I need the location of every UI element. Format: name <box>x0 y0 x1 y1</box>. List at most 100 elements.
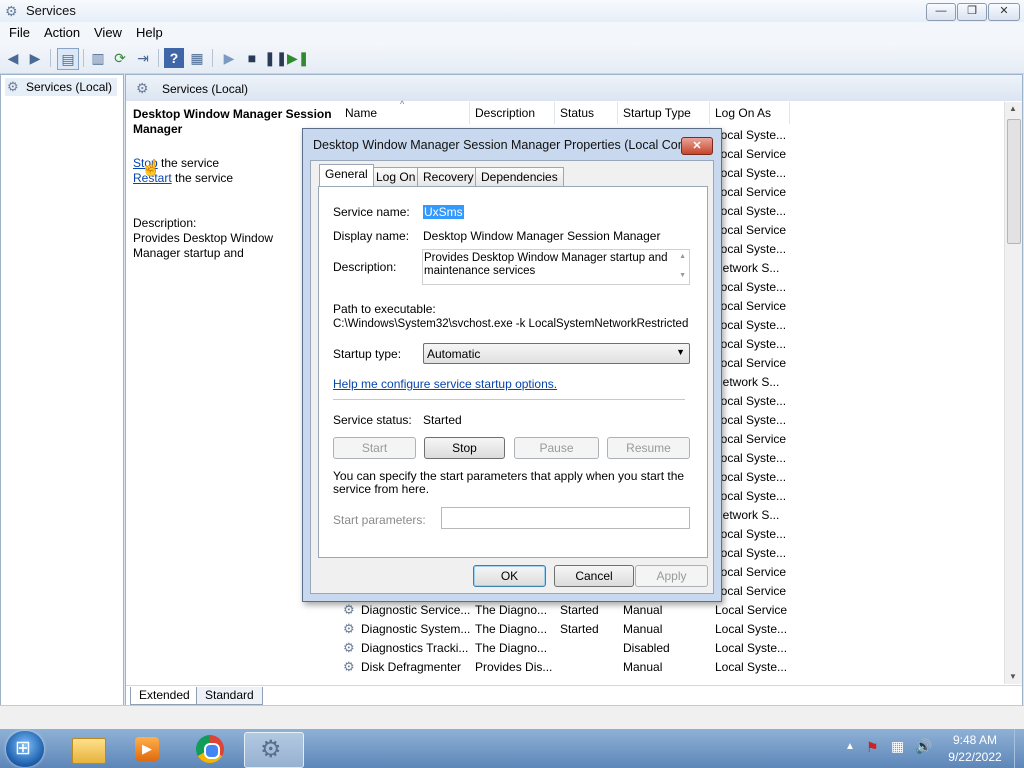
ok-button[interactable]: OK <box>473 565 546 587</box>
logon-cell[interactable]: Local Service <box>714 223 786 237</box>
close-button[interactable]: ✕ <box>988 3 1020 21</box>
logon-cell[interactable]: Local Syste... <box>714 280 786 294</box>
menu-file[interactable]: File <box>9 25 30 40</box>
start-button[interactable]: ⊞ <box>6 731 44 767</box>
display-name-value[interactable]: Desktop Window Manager Session Manager <box>423 229 660 243</box>
menu-view[interactable]: View <box>94 25 122 40</box>
logon-cell[interactable]: Local Service <box>714 147 786 161</box>
cancel-button[interactable]: Cancel <box>554 565 634 587</box>
scroll-up-icon[interactable]: ▲ <box>1009 104 1017 113</box>
stop-button[interactable]: Stop <box>424 437 505 459</box>
logon-cell[interactable]: Local Syste... <box>714 318 786 332</box>
action-pane-icon[interactable]: ▦ <box>187 48 207 68</box>
start-parameters-input[interactable] <box>441 507 690 529</box>
logon-cell[interactable]: Local Syste... <box>714 470 786 484</box>
logon-cell[interactable]: Network S... <box>714 508 779 522</box>
services-taskbar-icon[interactable]: ⚙ <box>244 732 304 768</box>
forward-arrow-icon[interactable]: ▶ <box>25 48 45 68</box>
stop-service-icon[interactable]: ■ <box>242 48 262 68</box>
tree-item-services-local[interactable]: ⚙ Services (Local) <box>5 78 117 96</box>
export-list-icon[interactable]: ⇥ <box>133 48 153 68</box>
clock-date[interactable]: 9/22/2022 <box>940 750 1010 764</box>
scroll-down-icon[interactable]: ▼ <box>1009 672 1017 681</box>
chrome-taskbar-icon[interactable] <box>182 732 238 766</box>
maximize-button[interactable]: ❐ <box>957 3 987 21</box>
pause-button[interactable]: Pause <box>514 437 599 459</box>
logon-cell[interactable]: Local Syste... <box>714 242 786 256</box>
logon-cell[interactable]: Local Syste... <box>714 413 786 427</box>
logon-cell[interactable]: Local Syste... <box>714 527 786 541</box>
tab-log-on[interactable]: Log On <box>370 167 422 186</box>
logon-cell[interactable]: Local Syste... <box>714 394 786 408</box>
service-name-value[interactable]: UxSms <box>423 205 464 219</box>
cell-startup-type: Manual <box>623 660 663 674</box>
column-description[interactable]: Description <box>469 102 555 124</box>
cell-description: The Diagno... <box>475 641 548 655</box>
tab-general[interactable]: General <box>319 164 374 186</box>
logon-cell[interactable]: Local Syste... <box>714 451 786 465</box>
show-hide-console-tree-icon[interactable]: ▤ <box>57 48 79 70</box>
logon-cell[interactable]: Local Service <box>714 185 786 199</box>
column-name[interactable]: Name <box>339 102 470 124</box>
dialog-title: Desktop Window Manager Session Manager P… <box>313 138 699 152</box>
logon-cell[interactable]: Local Service <box>714 356 786 370</box>
dialog-close-button[interactable]: ✕ <box>681 137 713 155</box>
startup-type-value: Automatic <box>427 347 481 361</box>
column-status[interactable]: Status <box>554 102 618 124</box>
table-row[interactable]: ⚙ Diagnostic Service... The Diagno... Start… <box>341 602 801 620</box>
network-icon[interactable]: ▦ <box>891 738 904 755</box>
pause-service-icon[interactable]: ❚❚ <box>264 48 287 68</box>
tab-dependencies[interactable]: Dependencies <box>475 167 564 186</box>
logon-cell[interactable]: Local Syste... <box>714 337 786 351</box>
resume-button[interactable]: Resume <box>607 437 690 459</box>
logon-cell[interactable]: Local Syste... <box>714 489 786 503</box>
logon-cell[interactable]: Local Syste... <box>714 128 786 142</box>
scroll-thumb[interactable] <box>1007 119 1021 244</box>
help-configure-link[interactable]: Help me configure service startup option… <box>333 377 557 391</box>
menu-action[interactable]: Action <box>44 25 80 40</box>
logon-cell[interactable]: Local Service <box>714 565 786 579</box>
vertical-scrollbar[interactable]: ▲ ▼ <box>1004 102 1022 684</box>
properties-sheet-icon[interactable]: ▥ <box>88 48 108 68</box>
path-value[interactable]: C:\Windows\System32\svchost.exe -k Local… <box>333 318 688 330</box>
back-arrow-icon[interactable]: ◀ <box>3 48 23 68</box>
scroll-up-icon[interactable]: ▲ <box>679 253 686 260</box>
refresh-icon[interactable]: ⟳ <box>110 48 130 68</box>
volume-icon[interactable]: 🔊 <box>915 738 932 755</box>
clock-time[interactable]: 9:48 AM <box>940 733 1010 747</box>
help-icon[interactable]: ? <box>164 48 184 68</box>
minimize-button[interactable]: — <box>926 3 956 21</box>
logon-cell[interactable]: Local Service <box>714 432 786 446</box>
show-desktop-button[interactable] <box>1014 729 1024 768</box>
logon-cell[interactable]: Local Service <box>714 299 786 313</box>
apply-button[interactable]: Apply <box>635 565 708 587</box>
restart-service-icon[interactable]: ▶❚ <box>287 48 310 68</box>
scroll-down-icon[interactable]: ▼ <box>679 272 686 279</box>
display-name-label: Display name: <box>333 229 410 243</box>
tab-recovery[interactable]: Recovery <box>417 167 480 186</box>
menu-help[interactable]: Help <box>136 25 163 40</box>
media-player-taskbar-icon[interactable]: ▶ <box>120 732 176 766</box>
logon-cell[interactable]: Local Syste... <box>714 546 786 560</box>
logon-cell[interactable]: Network S... <box>714 261 779 275</box>
column-log-on-as[interactable]: Log On As <box>709 102 790 124</box>
show-hidden-icons-icon[interactable]: ▲ <box>845 741 855 752</box>
column-startup-type[interactable]: Startup Type <box>617 102 710 124</box>
table-row[interactable]: ⚙ Diagnostics Tracki... The Diagno... Disab… <box>341 640 801 658</box>
description-textbox[interactable]: Provides Desktop Window Manager startup … <box>422 249 690 285</box>
cell-startup-type: Manual <box>623 622 663 636</box>
start-button[interactable]: Start <box>333 437 416 459</box>
tab-standard[interactable]: Standard <box>196 687 263 705</box>
table-row[interactable]: ⚙ Disk Defragmenter Provides Dis... Manual L… <box>341 659 801 677</box>
services-gear-icon: ⚙ <box>5 3 18 19</box>
table-row[interactable]: ⚙ Diagnostic System... The Diagno... Starte… <box>341 621 801 639</box>
start-service-icon[interactable]: ▶ <box>219 48 239 68</box>
action-center-flag-icon[interactable]: ⚑ <box>866 739 879 756</box>
logon-cell[interactable]: Local Syste... <box>714 166 786 180</box>
tab-extended[interactable]: Extended <box>130 687 199 705</box>
logon-cell[interactable]: Local Service <box>714 584 786 598</box>
startup-type-select[interactable]: Automatic ▼ <box>423 343 690 364</box>
explorer-taskbar-icon[interactable] <box>60 732 116 766</box>
logon-cell[interactable]: Network S... <box>714 375 779 389</box>
logon-cell[interactable]: Local Syste... <box>714 204 786 218</box>
